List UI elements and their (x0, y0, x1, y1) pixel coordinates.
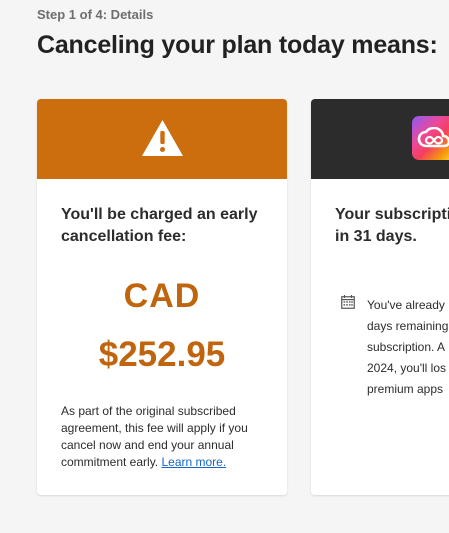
fee-amount: $252.95 (98, 335, 226, 374)
learn-more-link[interactable]: Learn more. (161, 455, 226, 469)
creative-cloud-icon (412, 116, 449, 160)
page-title: Canceling your plan today means: (37, 31, 438, 59)
fee-card-title: You'll be charged an early cancellation … (61, 206, 258, 245)
fee-note: As part of the original subscribed agree… (61, 403, 267, 471)
subscription-title-line: Your subscriptic (335, 206, 449, 223)
cancellation-fee-card: You'll be charged an early cancellation … (37, 99, 287, 495)
info-line: days remaining (367, 319, 449, 333)
subscription-card-title: Your subscriptic in 31 days. (335, 204, 449, 248)
warning-triangle-icon (142, 120, 183, 156)
info-line: You've already (367, 298, 445, 312)
subscription-info: You've already days remaining subscripti… (367, 295, 449, 400)
step-indicator: Step 1 of 4: Details (37, 7, 154, 22)
info-line: premium apps (367, 382, 444, 396)
calendar-icon (341, 295, 355, 309)
subscription-title-line: in 31 days. (335, 228, 417, 245)
info-line: subscription. A (367, 340, 446, 354)
card-header-warning (37, 99, 287, 179)
card-header-dark (311, 99, 449, 179)
fee-currency: CAD (123, 277, 201, 315)
subscription-end-card: Your subscriptic in 31 days. You've alre… (311, 99, 449, 495)
info-line: 2024, you'll los (367, 361, 447, 375)
